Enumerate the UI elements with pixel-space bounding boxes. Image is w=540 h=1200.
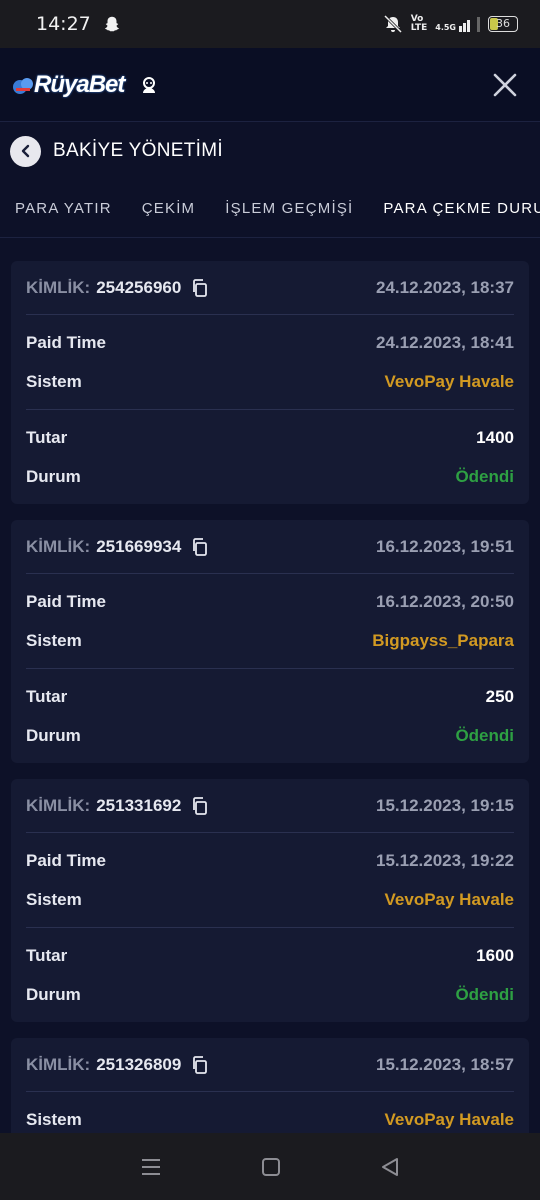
app-header: RüyaBet bbox=[0, 48, 540, 122]
created-date: 15.12.2023, 18:57 bbox=[375, 1054, 514, 1074]
kimlik-label: KİMLİK: bbox=[26, 277, 91, 297]
signal-icon: 4.5G bbox=[435, 16, 480, 32]
title-row: BAKİYE YÖNETİMİ bbox=[0, 122, 540, 180]
system-row: Sistem VevoPay Havale bbox=[26, 1109, 514, 1129]
paid-time-row: Paid Time 24.12.2023, 18:41 bbox=[26, 332, 514, 352]
transaction-list[interactable]: KİMLİK: 254256960 24.12.2023, 18:37 Paid… bbox=[11, 261, 529, 1133]
transaction-card: KİMLİK: 251331692 15.12.2023, 19:15 Paid… bbox=[11, 779, 529, 1022]
system-value: VevoPay Havale bbox=[384, 889, 514, 909]
system-value: VevoPay Havale bbox=[384, 1109, 514, 1129]
transaction-card: KİMLİK: 251326809 15.12.2023, 18:57 Sist… bbox=[11, 1038, 529, 1133]
kimlik-label: KİMLİK: bbox=[26, 1054, 91, 1074]
transaction-id: 254256960 bbox=[96, 277, 182, 297]
tab-islem-gecmisi[interactable]: İŞLEM GEÇMİŞİ bbox=[210, 180, 368, 237]
back-button[interactable] bbox=[10, 135, 41, 167]
transaction-card: KİMLİK: 251669934 16.12.2023, 19:51 Paid… bbox=[11, 520, 529, 763]
chevron-left-icon bbox=[21, 144, 29, 158]
system-value: Bigpayss_Papara bbox=[372, 630, 514, 650]
user-icon[interactable] bbox=[140, 76, 158, 94]
system-nav-bar bbox=[0, 1133, 540, 1200]
bell-muted-icon bbox=[383, 15, 402, 33]
tab-cekim[interactable]: ÇEKİM bbox=[127, 180, 211, 237]
brand-logo[interactable]: RüyaBet bbox=[12, 65, 125, 105]
created-date: 15.12.2023, 19:15 bbox=[375, 795, 514, 815]
menu-icon[interactable] bbox=[140, 1157, 162, 1177]
tab-para-yatir[interactable]: PARA YATIR bbox=[0, 180, 127, 237]
transaction-card: KİMLİK: 254256960 24.12.2023, 18:37 Paid… bbox=[11, 261, 529, 504]
back-triangle-icon[interactable] bbox=[380, 1157, 400, 1177]
copy-icon[interactable] bbox=[191, 1055, 209, 1074]
snapchat-icon bbox=[104, 16, 119, 32]
status-badge: Ödendi bbox=[455, 725, 514, 745]
paid-time-value: 16.12.2023, 20:50 bbox=[375, 591, 514, 611]
logo-text: RüyaBet bbox=[34, 70, 125, 98]
status-bar: 14:27 Vo LTE 4.5G 36 bbox=[0, 0, 540, 48]
kimlik-label: KİMLİK: bbox=[26, 536, 91, 556]
transaction-id: 251669934 bbox=[96, 536, 182, 556]
amount-row: Tutar 1600 bbox=[26, 945, 514, 965]
system-row: Sistem VevoPay Havale bbox=[26, 889, 514, 909]
amount-row: Tutar 250 bbox=[26, 686, 514, 706]
created-date: 24.12.2023, 18:37 bbox=[375, 277, 514, 297]
card-header: KİMLİK: 251326809 15.12.2023, 18:57 bbox=[26, 1038, 514, 1092]
copy-icon[interactable] bbox=[191, 796, 209, 815]
tab-bar: PARA YATIR ÇEKİM İŞLEM GEÇMİŞİ PARA ÇEKM… bbox=[0, 180, 540, 238]
card-header: KİMLİK: 254256960 24.12.2023, 18:37 bbox=[26, 261, 514, 315]
copy-icon[interactable] bbox=[191, 278, 209, 297]
copy-icon[interactable] bbox=[191, 537, 209, 556]
status-row: Durum Ödendi bbox=[26, 984, 514, 1004]
page-title: BAKİYE YÖNETİMİ bbox=[53, 140, 223, 161]
kimlik-label: KİMLİK: bbox=[26, 795, 91, 815]
status-icons: Vo LTE 4.5G 36 bbox=[383, 15, 518, 33]
home-icon[interactable] bbox=[261, 1157, 281, 1177]
system-row: Sistem VevoPay Havale bbox=[26, 371, 514, 391]
card-header: KİMLİK: 251669934 16.12.2023, 19:51 bbox=[26, 520, 514, 574]
tab-para-cekme-durumu[interactable]: PARA ÇEKME DURUMU bbox=[368, 180, 540, 237]
volte-indicator: Vo LTE bbox=[410, 14, 428, 33]
paid-time-value: 15.12.2023, 19:22 bbox=[375, 850, 514, 870]
amount-row: Tutar 1400 bbox=[26, 427, 514, 447]
status-badge: Ödendi bbox=[455, 984, 514, 1004]
system-row: Sistem Bigpayss_Papara bbox=[26, 630, 514, 650]
paid-time-row: Paid Time 16.12.2023, 20:50 bbox=[26, 591, 514, 611]
transaction-id: 251331692 bbox=[96, 795, 182, 815]
created-date: 16.12.2023, 19:51 bbox=[375, 536, 514, 556]
amount-value: 1600 bbox=[476, 945, 514, 965]
close-icon[interactable] bbox=[492, 72, 518, 98]
status-badge: Ödendi bbox=[455, 466, 514, 486]
logo-emblem-icon bbox=[13, 77, 33, 94]
paid-time-value: 24.12.2023, 18:41 bbox=[375, 332, 514, 352]
transaction-id: 251326809 bbox=[96, 1054, 182, 1074]
card-header: KİMLİK: 251331692 15.12.2023, 19:15 bbox=[26, 779, 514, 833]
status-time: 14:27 bbox=[36, 13, 91, 35]
paid-time-row: Paid Time 15.12.2023, 19:22 bbox=[26, 850, 514, 870]
system-value: VevoPay Havale bbox=[384, 371, 514, 391]
amount-value: 1400 bbox=[476, 427, 514, 447]
status-row: Durum Ödendi bbox=[26, 466, 514, 486]
amount-value: 250 bbox=[485, 686, 514, 706]
status-row: Durum Ödendi bbox=[26, 725, 514, 745]
battery-icon: 36 bbox=[488, 16, 518, 32]
